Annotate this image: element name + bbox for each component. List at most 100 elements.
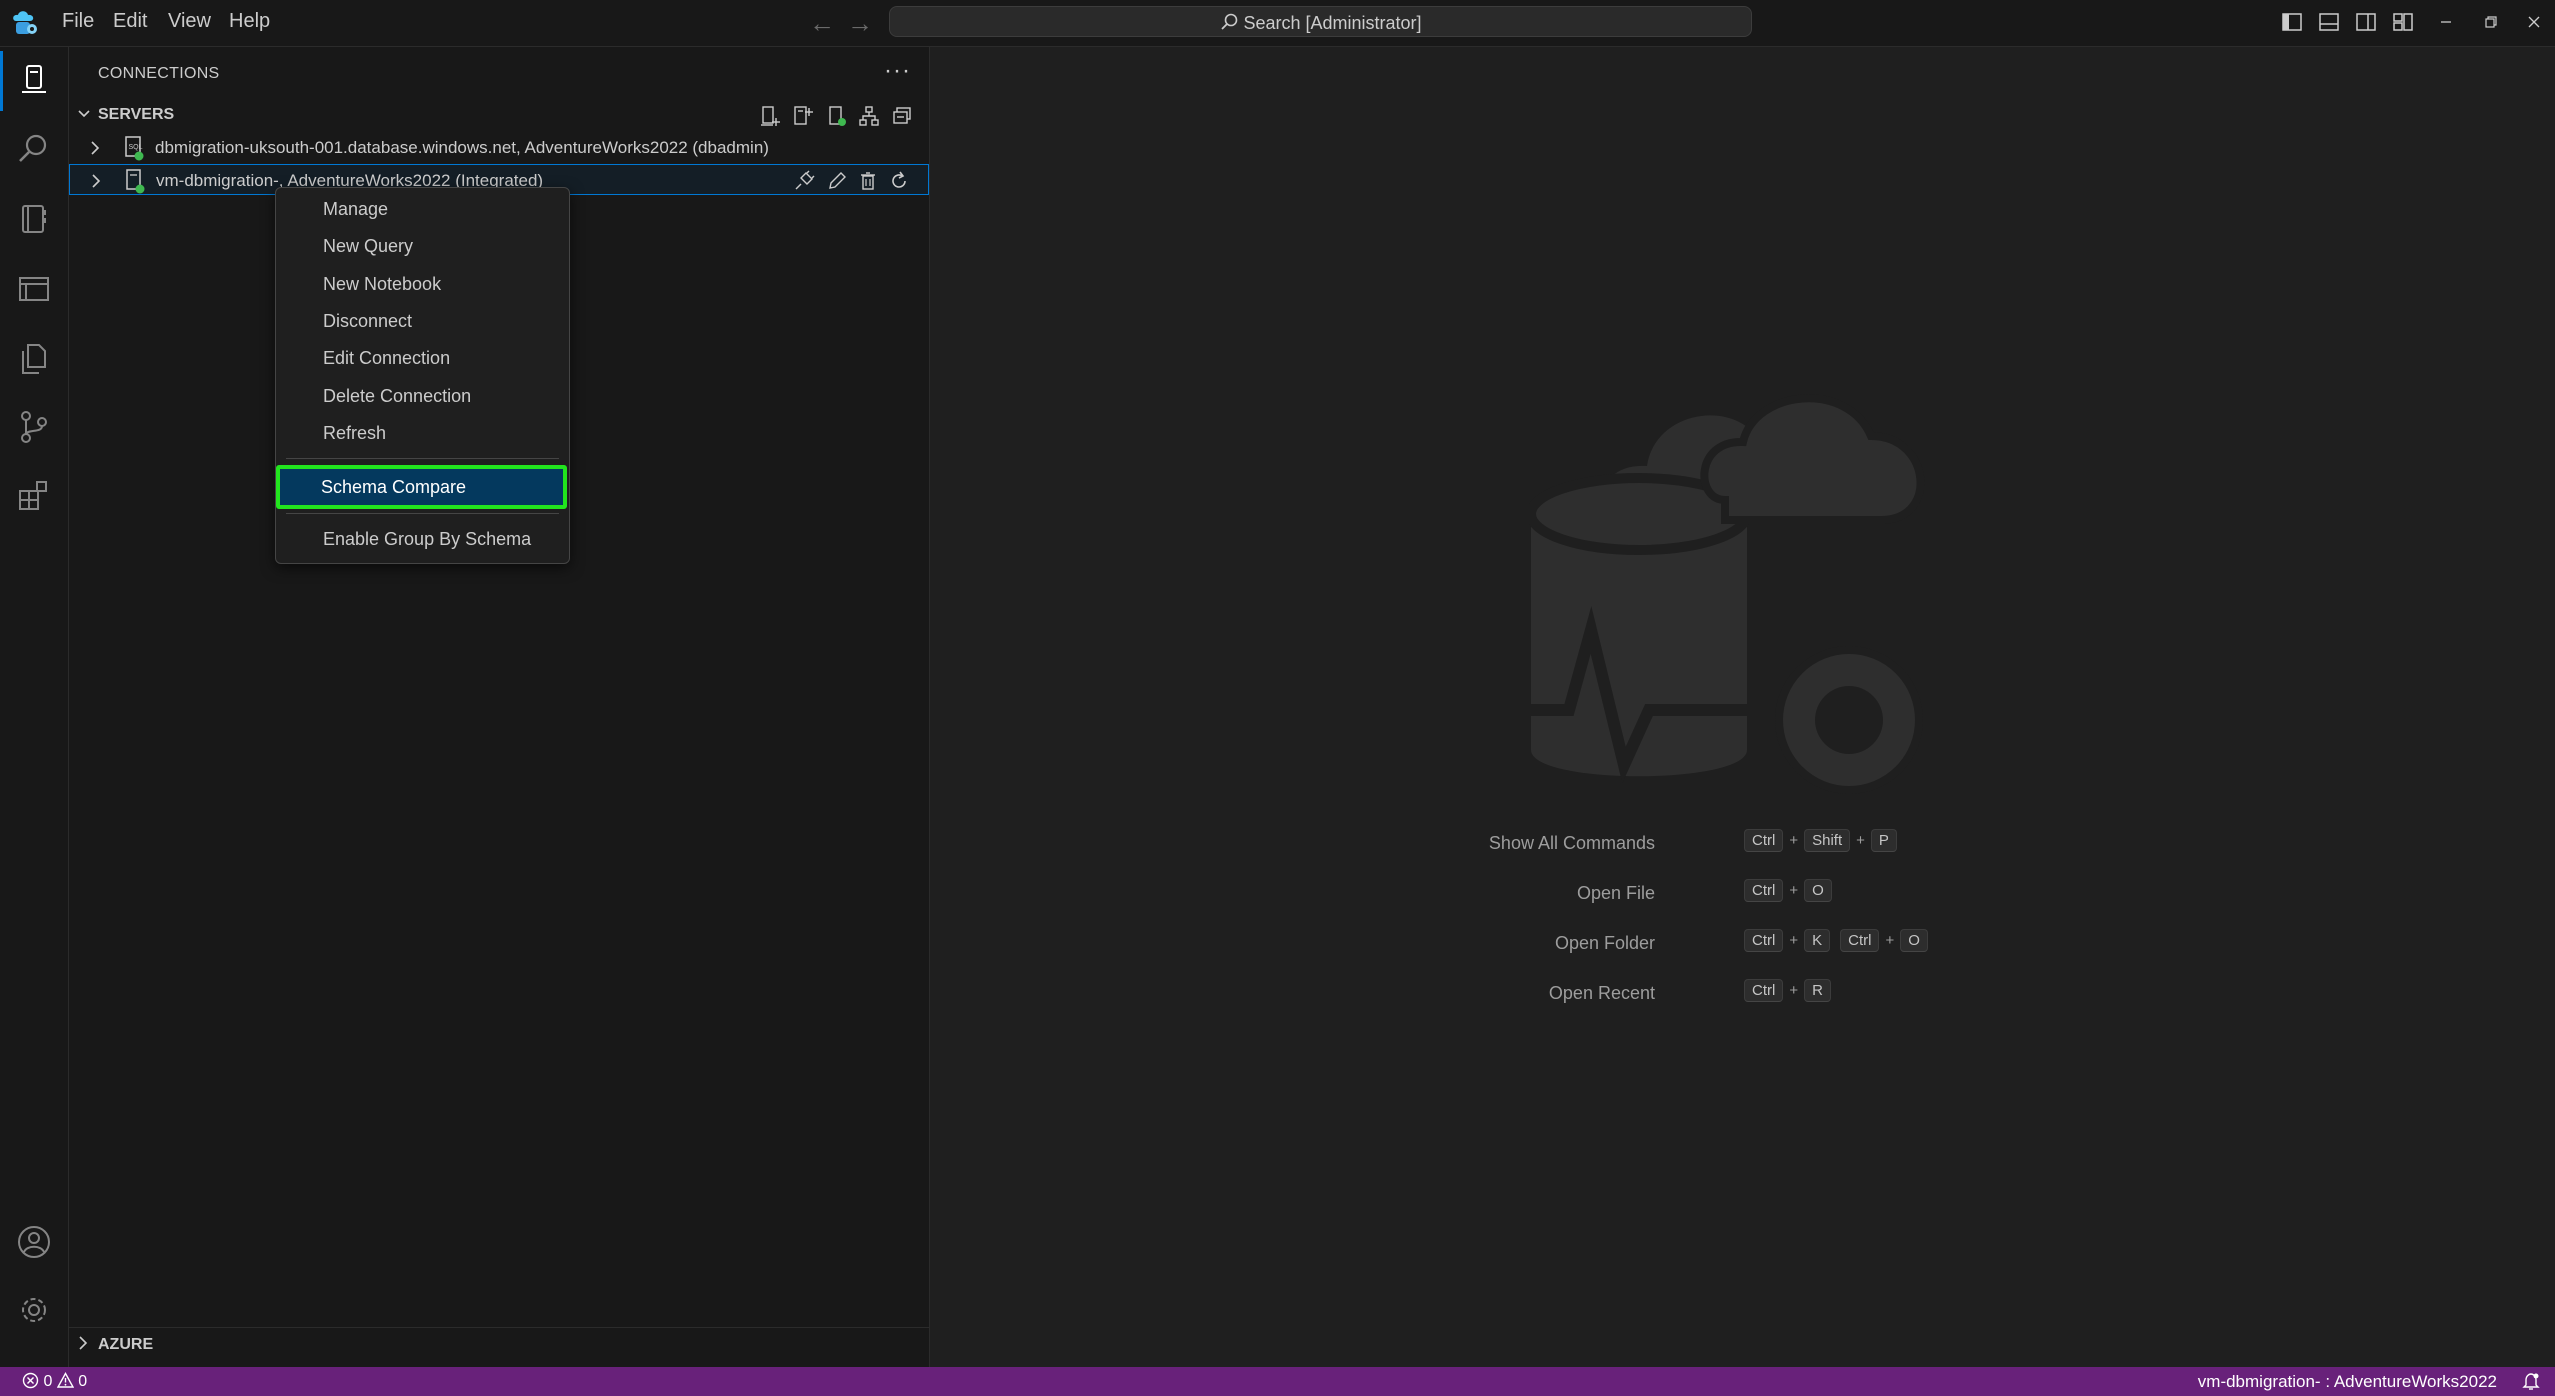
source-control-icon[interactable] [14, 407, 54, 447]
title-bar: File Edit View Help ← → Search [Administ… [0, 0, 2555, 47]
notifications-bell-icon[interactable] [2521, 1371, 2541, 1391]
shortcut-open-recent: Open Recent Ctrl + R [930, 978, 2555, 1008]
key: Ctrl [1840, 929, 1880, 952]
bookmarks-icon[interactable] [14, 269, 54, 309]
menu-item-label: New Query [323, 236, 414, 256]
active-connections-icon[interactable] [824, 104, 848, 128]
menu-separator [286, 513, 559, 514]
collapse-all-icon[interactable] [890, 104, 914, 128]
azure-section-label: AZURE [98, 1336, 154, 1353]
shortcut-show-all-commands: Show All Commands Ctrl + Shift + P [930, 828, 2555, 858]
key: K [1804, 929, 1831, 952]
minimize-icon[interactable] [2432, 8, 2460, 36]
active-connection-status[interactable]: vm-dbmigration- : AdventureWorks2022 [2198, 1372, 2497, 1392]
new-connection-icon[interactable] [757, 104, 781, 128]
forward-arrow-icon[interactable]: → [847, 8, 873, 39]
key: Shift [1804, 829, 1851, 852]
menu-item-label: Refresh [323, 423, 387, 443]
delete-trash-icon[interactable] [856, 169, 880, 193]
command-center-search[interactable]: Search [Administrator] [889, 6, 1752, 37]
account-icon[interactable] [14, 1222, 54, 1262]
active-indicator [0, 51, 3, 111]
chevron-right-icon[interactable] [87, 140, 103, 156]
group-hierarchy-icon[interactable] [857, 104, 881, 128]
shortcut-keys: Ctrl + K Ctrl + O [1744, 929, 1928, 952]
shortcut-keys: Ctrl + R [1744, 979, 1831, 1002]
menu-item-enable-group-by-schema[interactable]: Enable Group By Schema [280, 522, 565, 556]
sql-server-icon: SQL [125, 136, 144, 161]
activity-bar [0, 47, 69, 1367]
warning-count: 0 [78, 1373, 88, 1390]
servers-section-label: SERVERS [98, 106, 175, 123]
disconnect-plug-icon[interactable] [792, 169, 816, 193]
menu-item-label: Delete Connection [323, 386, 472, 406]
shortcut-open-folder: Open Folder Ctrl + K Ctrl + O [930, 928, 2555, 958]
menu-help[interactable]: Help [229, 10, 270, 33]
toggle-primary-sidebar-icon[interactable] [2278, 8, 2306, 36]
toggle-secondary-sidebar-icon[interactable] [2352, 8, 2380, 36]
menu-view[interactable]: View [168, 10, 211, 33]
warning-icon [56, 1372, 75, 1388]
settings-gear-icon[interactable] [14, 1290, 54, 1330]
menu-item-label: Disconnect [323, 311, 413, 331]
shortcut-label: Open Folder [1554, 933, 1655, 953]
sidebar-title: CONNECTIONS [98, 65, 220, 82]
chevron-right-icon [79, 1336, 88, 1350]
error-count: 0 [43, 1373, 53, 1390]
menu-item-label: Enable Group By Schema [323, 529, 532, 549]
menu-edit[interactable]: Edit [113, 10, 147, 33]
menu-item-refresh[interactable]: Refresh [280, 416, 565, 450]
edit-pencil-icon[interactable] [825, 169, 849, 193]
more-actions-icon[interactable]: ··· [884, 57, 911, 85]
azure-section-header[interactable]: AZURE [69, 1327, 929, 1358]
close-window-icon[interactable] [2520, 8, 2548, 36]
extensions-icon[interactable] [14, 475, 54, 515]
notebooks-icon[interactable] [14, 199, 54, 239]
svg-text:SQL: SQL [129, 144, 143, 151]
toggle-panel-icon[interactable] [2315, 8, 2343, 36]
azure-data-studio-watermark-icon [1529, 394, 1925, 794]
key: Ctrl [1744, 979, 1784, 1002]
menu-item-manage[interactable]: Manage [280, 192, 565, 226]
menu-item-schema-compare[interactable]: Schema Compare [276, 465, 567, 509]
refresh-icon[interactable] [887, 169, 911, 193]
shortcut-label: Show All Commands [1488, 833, 1655, 853]
menu-item-new-query[interactable]: New Query [280, 229, 565, 263]
shortcut-keys: Ctrl + O [1744, 879, 1832, 902]
status-bar: 0 0 vm-dbmigration- : AdventureWorks2022 [0, 1367, 2555, 1396]
key: O [1900, 929, 1928, 952]
key: R [1804, 979, 1831, 1002]
chevron-down-icon [78, 110, 90, 118]
menu-item-delete-connection[interactable]: Delete Connection [280, 379, 565, 413]
shortcut-label: Open Recent [1548, 983, 1655, 1003]
menu-view-label: View [168, 10, 211, 32]
chevron-right-icon[interactable] [88, 173, 104, 189]
key: Ctrl [1744, 879, 1784, 902]
menu-item-edit-connection[interactable]: Edit Connection [280, 341, 565, 375]
menu-item-disconnect[interactable]: Disconnect [280, 304, 565, 338]
shortcut-keys: Ctrl + Shift + P [1744, 829, 1897, 852]
customize-layout-icon[interactable] [2389, 8, 2417, 36]
restore-icon[interactable] [2477, 8, 2505, 36]
shortcut-open-file: Open File Ctrl + O [930, 878, 2555, 908]
menu-item-label: Manage [323, 199, 389, 219]
menu-file[interactable]: File [62, 10, 94, 33]
menu-separator [286, 458, 559, 459]
explorer-icon[interactable] [14, 339, 54, 379]
server-node-dbmigration-uksouth[interactable]: SQL dbmigration-uksouth-001.database.win… [69, 132, 929, 163]
problems-indicator[interactable]: 0 0 [22, 1372, 87, 1391]
search-icon[interactable] [14, 129, 54, 169]
error-icon [22, 1372, 39, 1389]
menu-item-label: Schema Compare [321, 477, 467, 497]
connections-icon[interactable] [14, 60, 54, 100]
key: Ctrl [1744, 929, 1784, 952]
back-arrow-icon[interactable]: ← [809, 8, 835, 39]
new-server-group-icon[interactable] [790, 104, 814, 128]
server-context-menu: Manage New Query New Notebook Disconnect… [275, 187, 570, 564]
menu-item-new-notebook[interactable]: New Notebook [280, 267, 565, 301]
search-placeholder: Search [Administrator] [1243, 13, 1422, 33]
servers-section-header[interactable]: SERVERS [69, 101, 929, 129]
server-label: dbmigration-uksouth-001.database.windows… [155, 138, 769, 157]
server-icon [126, 169, 145, 194]
azure-data-studio-logo-icon [13, 11, 37, 34]
